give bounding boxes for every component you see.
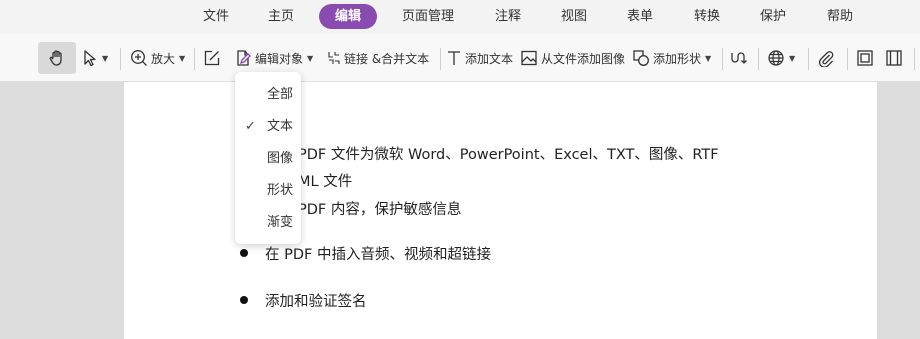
chevron-down-icon[interactable]: ▼ [789, 54, 795, 63]
globe-icon [767, 49, 785, 67]
attachment-button[interactable] [817, 42, 835, 74]
edit-box-icon [203, 49, 221, 67]
zoom-in-label: 放大 [151, 51, 176, 66]
add-shape-button[interactable]: 添加形状 ▼ [632, 42, 711, 74]
web-link-button[interactable]: ▼ [767, 42, 795, 74]
toolbar-divider [194, 48, 195, 70]
edit-object-button[interactable]: 编辑对象 ▼ [235, 42, 313, 74]
page-frame-icon [856, 49, 874, 67]
dropdown-item-all[interactable]: 全部 [235, 81, 301, 109]
link-button[interactable] [729, 42, 749, 74]
toolbar-divider [440, 48, 441, 70]
link-merge-label: 链接 &合并文本 [344, 51, 430, 66]
menu-convert[interactable]: 转换 [687, 4, 727, 29]
toolbar-divider [758, 48, 759, 70]
edit-object-icon [235, 49, 252, 67]
add-shape-label: 添加形状 [653, 51, 702, 66]
background-button[interactable] [856, 42, 874, 74]
dropdown-item-label: 渐变 [267, 215, 294, 230]
edit-object-label: 编辑对象 [255, 51, 304, 66]
document-line: PDF 文件为微软 Word、PowerPoint、Excel、TXT、图像、R… [298, 147, 719, 163]
checkmark-icon: ✓ [245, 119, 256, 134]
film-frame-icon [885, 49, 903, 67]
bullet-dot [240, 249, 248, 257]
toolbar-divider [722, 48, 723, 70]
document-line: ML 文件 [298, 174, 353, 190]
hand-icon [48, 49, 66, 67]
dropdown-item-label: 文本 [267, 119, 294, 134]
dropdown-item-label: 全部 [267, 87, 294, 102]
dropdown-item-gradient[interactable]: 渐变 [235, 209, 301, 237]
dropdown-item-label: 形状 [267, 183, 294, 198]
toolbar-divider [847, 48, 848, 70]
link-merge-icon [327, 50, 341, 66]
document-line: 添加和验证签名 [265, 294, 367, 310]
menu-help[interactable]: 帮助 [820, 4, 860, 29]
menu-form[interactable]: 表单 [620, 4, 660, 29]
dropdown-item-image[interactable]: 图像 [235, 145, 301, 173]
menu-view[interactable]: 视图 [554, 4, 594, 29]
toolbar: ▼ 放大 ▼ 编辑对象 ▼ 链接 &合并文本 添加文本 从文件添加图像 添加形状… [0, 34, 920, 82]
zoom-in-button[interactable]: 放大 ▼ [130, 42, 185, 74]
bullet-dot [240, 296, 248, 304]
dropdown-item-shape[interactable]: 形状 [235, 177, 301, 205]
hand-tool-button[interactable] [38, 42, 76, 74]
cursor-arrow-icon [82, 49, 98, 67]
chevron-down-icon[interactable]: ▼ [102, 54, 108, 63]
dropdown-item-label: 图像 [267, 151, 294, 166]
document-line: 在 PDF 中插入音频、视频和超链接 [265, 247, 491, 263]
menu-bar: 文件 主页 编辑 页面管理 注释 视图 表单 转换 保护 帮助 [0, 0, 920, 34]
add-image-label: 从文件添加图像 [541, 51, 626, 66]
menu-protect[interactable]: 保护 [753, 4, 793, 29]
chevron-down-icon[interactable]: ▼ [307, 54, 313, 63]
link-merge-text-button[interactable]: 链接 &合并文本 [327, 42, 429, 74]
menu-annotate[interactable]: 注释 [488, 4, 528, 29]
image-icon [520, 49, 538, 67]
edit-object-dropdown: 全部 ✓ 文本 图像 形状 渐变 [235, 72, 301, 244]
menu-page-manage[interactable]: 页面管理 [396, 4, 460, 29]
chevron-down-icon[interactable]: ▼ [179, 54, 185, 63]
chevron-down-icon[interactable]: ▼ [705, 54, 711, 63]
edit-button[interactable] [203, 42, 221, 74]
toolbar-divider [914, 48, 915, 70]
header-footer-button[interactable] [885, 42, 903, 74]
add-text-label: 添加文本 [465, 51, 514, 66]
menu-edit[interactable]: 编辑 [319, 4, 377, 29]
text-t-icon [446, 49, 462, 67]
link-path-icon [729, 49, 749, 67]
add-text-button[interactable]: 添加文本 [446, 42, 513, 74]
toolbar-divider [120, 48, 121, 70]
shape-icon [632, 49, 650, 67]
add-image-button[interactable]: 从文件添加图像 [520, 42, 625, 74]
paperclip-icon [817, 49, 835, 67]
document-line: PDF 内容，保护敏感信息 [298, 202, 462, 218]
dropdown-item-text[interactable]: ✓ 文本 [235, 113, 301, 141]
zoom-in-icon [130, 49, 148, 67]
menu-file[interactable]: 文件 [196, 4, 236, 29]
menu-home[interactable]: 主页 [261, 4, 301, 29]
select-tool-button[interactable]: ▼ [82, 42, 108, 74]
toolbar-divider [808, 48, 809, 70]
